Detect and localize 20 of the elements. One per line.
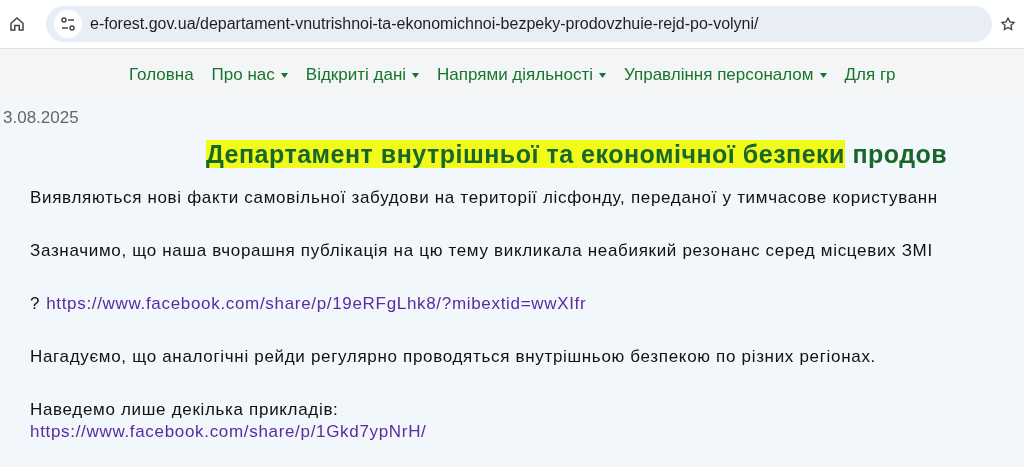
facebook-link[interactable]: https://www.facebook.com/share/p/1Gkd7ypNrH/ — [30, 421, 427, 443]
paragraph: Виявляються нові факти самовільної забудови на території лісфонду, переданої у тимчасове користуванн — [30, 187, 939, 209]
question-mark: ? — [30, 293, 41, 315]
site-settings-icon[interactable] — [54, 10, 82, 38]
url-text: e-forest.gov.ua/departament-vnutrishnoi-ta-ekonomichnoi-bezpeky-prodovzhuie-rejd-po-volyni/ — [90, 14, 759, 34]
article-date: 3.08.2025 — [3, 107, 80, 129]
facebook-link[interactable]: https://www.facebook.com/share/p/19eRFgLhk8/?mibextid=wwXIfr — [46, 293, 587, 315]
paragraph: Наведемо лише декілька прикладів: — [30, 399, 340, 421]
nav-link[interactable]: Для гр — [844, 62, 896, 88]
article-title: Департамент внутрішньої та економічної безпеки продов — [206, 139, 949, 169]
nav-link[interactable]: Відкриті дані — [305, 62, 420, 88]
nav-link[interactable]: Про нас — [211, 62, 288, 88]
nav-link[interactable]: Напрями діяльності — [437, 62, 606, 88]
paragraph: Нагадуємо, що аналогічні рейди регулярно проводяться внутрішньою безпекою по різних регіонах. — [30, 346, 877, 368]
home-icon[interactable] — [8, 15, 26, 33]
nav-link[interactable]: Управління персоналом — [623, 62, 827, 88]
nav-link[interactable]: Головна — [129, 62, 194, 88]
star-icon[interactable] — [1000, 16, 1016, 32]
address-bar[interactable]: e-forest.gov.ua/departament-vnutrishnoi-ta-ekonomichnoi-bezpeky-prodovzhuie-rejd-po-volyni/ — [46, 6, 992, 42]
paragraph: Зазначимо, що наша вчорашня публікація на цю тему викликала неабиякий резонанс серед місцевих ЗМІ — [30, 240, 934, 262]
